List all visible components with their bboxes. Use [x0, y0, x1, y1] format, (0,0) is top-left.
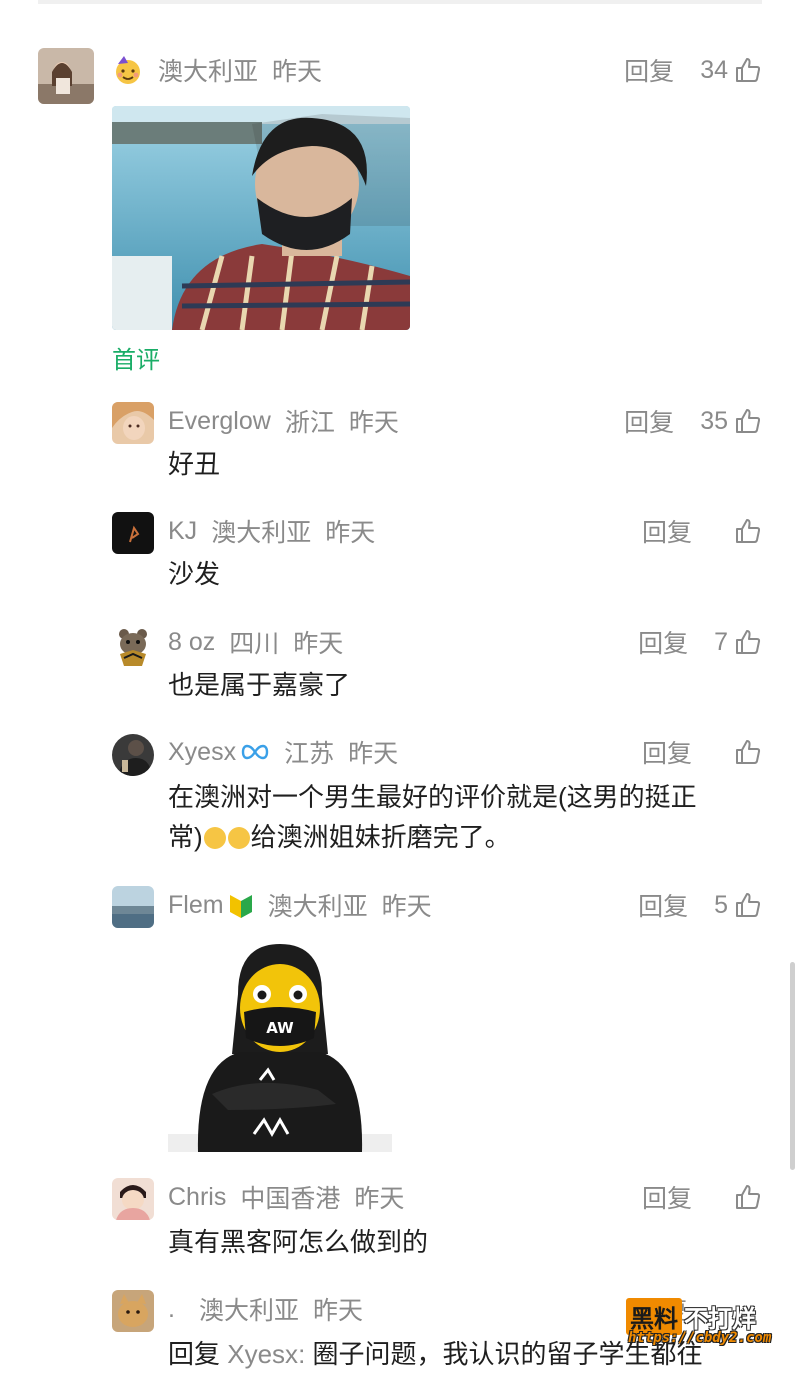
- flushed-face-emoji-icon: [227, 827, 250, 849]
- avatar[interactable]: [112, 624, 154, 666]
- comment-region: 浙江: [284, 409, 335, 437]
- avatar[interactable]: [112, 1178, 154, 1220]
- comment-username[interactable]: Flem: [168, 891, 224, 920]
- comment-region: 澳大利亚: [267, 893, 368, 921]
- party-face-emoji-icon: [112, 54, 144, 86]
- avatar[interactable]: [112, 512, 154, 554]
- reply-prefix: 回复: [168, 1339, 221, 1369]
- watermark-title-b: 不打烊: [684, 1305, 756, 1333]
- comment-time: 昨天: [354, 1185, 405, 1213]
- thumbs-up-icon[interactable]: [734, 407, 762, 435]
- like-count: 7: [714, 627, 728, 656]
- comment-time: 昨天: [325, 519, 376, 547]
- comment-region: 江苏: [284, 740, 335, 768]
- reply-button[interactable]: 回复: [642, 513, 692, 549]
- thumbs-up-icon[interactable]: [734, 628, 762, 656]
- beginner-badge-icon: [228, 891, 254, 919]
- comment-text-line: 在澳洲对一个男生最好的评价就是(这男的挺正: [168, 782, 697, 812]
- avatar[interactable]: [112, 886, 154, 928]
- avatar[interactable]: [112, 402, 154, 444]
- watermark: 黑料 不打烊 https://cbdy2.com: [626, 1298, 786, 1354]
- first-comment-tag: 首评: [112, 347, 160, 374]
- comment-text: 在澳洲对一个男生最好的评价就是(这男的挺正 常) 给澳洲姐妹折磨完了。: [168, 777, 768, 857]
- like-count: 34: [700, 55, 728, 84]
- comment-image[interactable]: [112, 106, 410, 330]
- comment-region: 澳大利亚: [211, 519, 312, 547]
- thumbs-up-icon[interactable]: [734, 56, 762, 84]
- comment-time: 昨天: [348, 740, 399, 768]
- comment-username[interactable]: Xyesx: [168, 738, 236, 767]
- comment-region: 澳大利亚: [158, 58, 259, 86]
- comment-username[interactable]: Chris: [168, 1183, 226, 1212]
- comment-region: 澳大利亚: [198, 1297, 299, 1325]
- scrollbar[interactable]: [790, 962, 795, 1170]
- thumbs-up-icon[interactable]: [734, 517, 762, 545]
- comment-text-fragment: 给澳洲姐妹折磨完了。: [250, 822, 511, 852]
- comment-text: 沙发: [168, 559, 221, 589]
- thumbs-up-icon[interactable]: [734, 1183, 762, 1211]
- comment-time: 昨天: [293, 630, 344, 658]
- comment-time: 昨天: [348, 409, 399, 437]
- watermark-url: https://cbdy2.com: [628, 1330, 772, 1346]
- avatar[interactable]: [112, 734, 154, 776]
- thumbs-up-icon[interactable]: [734, 738, 762, 766]
- comment-time: 昨天: [381, 893, 432, 921]
- reply-button[interactable]: 回复: [624, 52, 674, 88]
- reply-button[interactable]: 回复: [642, 1179, 692, 1215]
- reply-button[interactable]: 回复: [624, 403, 674, 439]
- comment-username[interactable]: .: [168, 1295, 175, 1324]
- comment-text: 回复 Xyesx: 圈子问题，我认识的留子学生都往: [168, 1334, 703, 1374]
- avatar[interactable]: [112, 1290, 154, 1332]
- like-count: 35: [700, 406, 728, 435]
- comment-username[interactable]: KJ: [168, 517, 197, 546]
- comment-text: 好丑: [168, 449, 221, 479]
- reply-button[interactable]: 回复: [638, 624, 688, 660]
- avatar[interactable]: [38, 48, 94, 104]
- like-count: 5: [714, 890, 728, 919]
- comment-time: 昨天: [272, 58, 323, 86]
- reply-target-username[interactable]: Xyesx: [227, 1339, 298, 1369]
- top-divider: [38, 0, 762, 4]
- reply-button[interactable]: 回复: [638, 887, 688, 923]
- comment-text-line: 常) 给澳洲姐妹折磨完了。: [168, 817, 768, 857]
- sticker-mask-text: AW: [266, 1019, 294, 1037]
- comment-username[interactable]: 8 oz: [168, 628, 215, 657]
- comment-time: 昨天: [312, 1297, 363, 1325]
- comment-text: 真有黑客阿怎么做到的: [168, 1227, 429, 1257]
- comment-username[interactable]: Everglow: [168, 407, 271, 436]
- comment-region: 中国香港: [240, 1185, 341, 1213]
- comment-text-fragment: 常): [168, 822, 203, 852]
- flushed-face-emoji-icon: [203, 827, 226, 849]
- infinity-badge-icon: [240, 742, 270, 762]
- comment-region: 四川: [229, 630, 280, 658]
- reply-button[interactable]: 回复: [642, 734, 692, 770]
- thumbs-up-icon[interactable]: [734, 891, 762, 919]
- sticker-image[interactable]: AW: [168, 934, 392, 1152]
- comment-text: 也是属于嘉豪了: [168, 670, 351, 700]
- reply-colon: :: [298, 1339, 306, 1369]
